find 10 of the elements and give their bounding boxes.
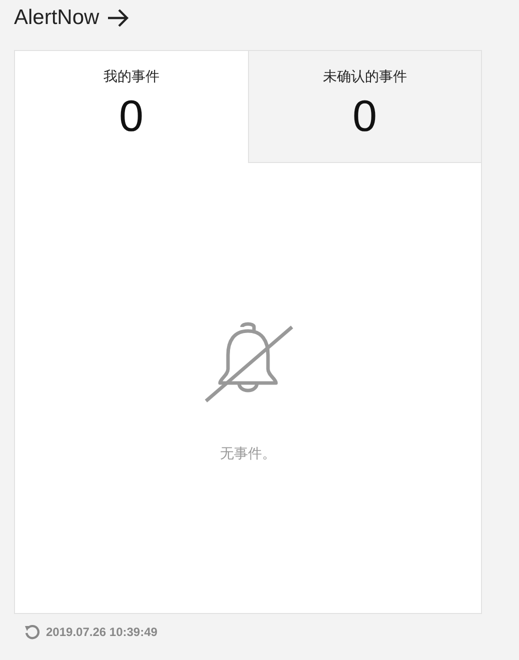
tab[interactable]: 未确认的事件 0 [248, 51, 481, 163]
tab-count: 0 [119, 92, 144, 142]
tab-label: 未确认的事件 [322, 68, 407, 86]
tab-label: 我的事件 [103, 68, 160, 86]
empty-message: 无事件。 [220, 445, 276, 463]
refresh-icon[interactable] [24, 624, 40, 640]
tab-count: 0 [352, 92, 377, 142]
arrow-right-icon[interactable] [107, 9, 130, 27]
app-title: AlertNow [14, 6, 100, 30]
timestamp: 2019.07.26 10:39:49 [46, 625, 158, 639]
